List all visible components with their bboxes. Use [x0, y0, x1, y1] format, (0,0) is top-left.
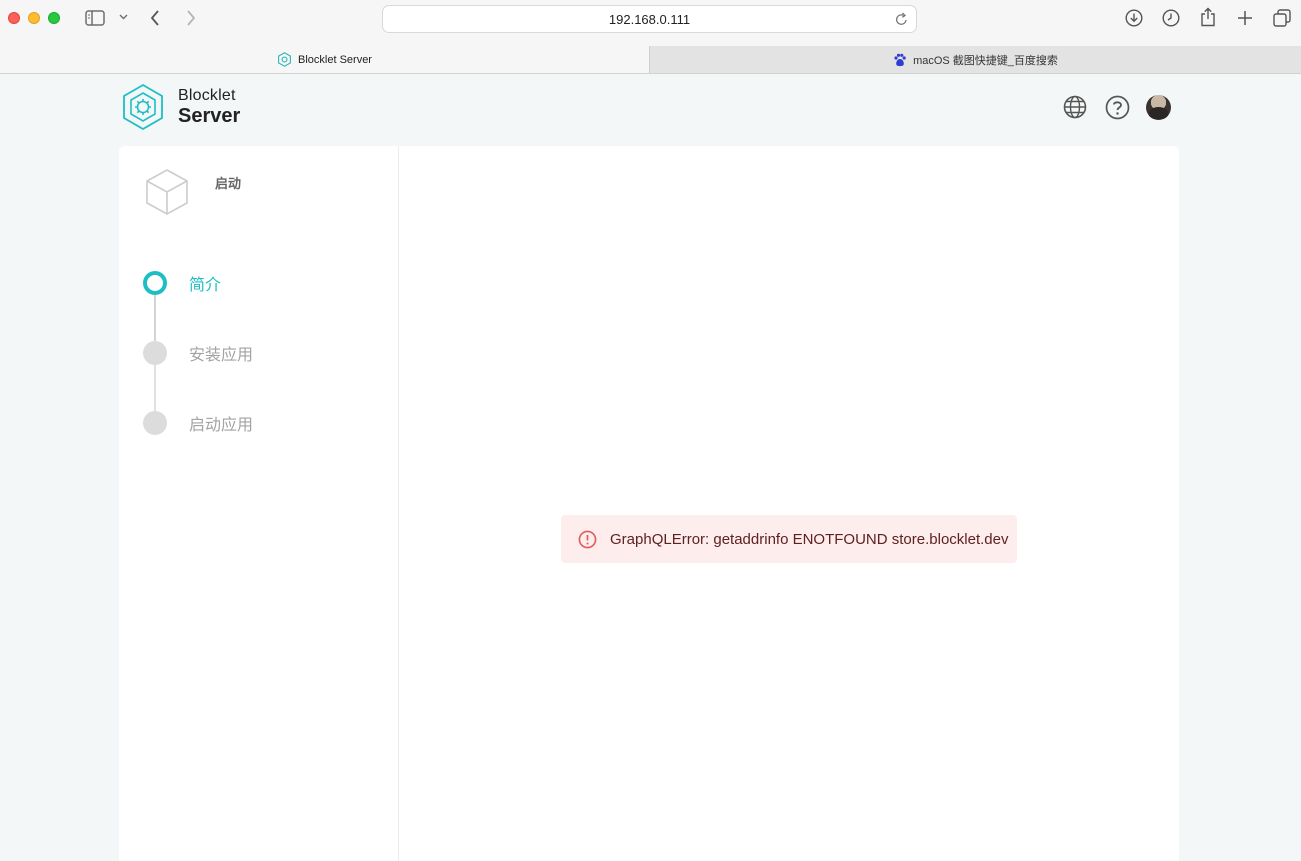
tab-blocklet-server[interactable]: Blocklet Server	[0, 46, 649, 73]
tab-bar: Blocklet Server macOS 截图快捷键_百度搜索	[0, 46, 1301, 74]
blocklet-logo-icon	[123, 83, 163, 131]
setup-sidebar: 启动 简介 安装应用 启动应用	[119, 146, 399, 861]
logo-line-1: Blocklet	[178, 87, 236, 104]
chevron-down-icon[interactable]	[119, 14, 128, 20]
step-indicator	[143, 411, 167, 435]
step-launch-app[interactable]: 启动应用	[143, 411, 253, 435]
error-outline-icon	[578, 530, 597, 549]
cube-icon	[145, 168, 189, 221]
step-connector	[154, 365, 156, 411]
step-label: 简介	[189, 277, 222, 294]
share-icon[interactable]	[1200, 7, 1216, 27]
minimize-window-button[interactable]	[28, 12, 40, 24]
wizard-title: 启动	[215, 176, 242, 191]
url-text: 192.168.0.111	[608, 11, 691, 27]
step-intro[interactable]: 简介	[143, 271, 221, 295]
tab-overview-icon[interactable]	[1273, 9, 1291, 27]
blocklet-server-logo[interactable]: Blocklet Server	[118, 82, 240, 132]
address-bar[interactable]: 192.168.0.111	[382, 5, 917, 33]
forward-icon[interactable]	[186, 10, 196, 26]
baidu-paw-icon	[893, 53, 907, 67]
history-icon[interactable]	[1162, 9, 1180, 27]
step-label: 启动应用	[189, 417, 254, 434]
tab-title: Blocklet Server	[298, 53, 372, 66]
back-icon[interactable]	[150, 10, 160, 26]
help-icon[interactable]	[1104, 94, 1130, 120]
downloads-icon[interactable]	[1125, 9, 1143, 27]
error-message: GraphQLError: getaddrinfo ENOTFOUND stor…	[610, 530, 1009, 548]
blocklet-favicon-icon	[277, 52, 292, 67]
tab-baidu-search[interactable]: macOS 截图快捷键_百度搜索	[649, 46, 1301, 73]
step-indicator-active	[143, 271, 167, 295]
tab-title: macOS 截图快捷键_百度搜索	[913, 54, 1058, 67]
logo-line-2: Server	[178, 105, 241, 127]
globe-icon[interactable]	[1062, 94, 1088, 120]
close-window-button[interactable]	[8, 12, 20, 24]
setup-card: 启动 简介 安装应用 启动应用 GraphQLError: getaddrinf…	[119, 146, 1179, 861]
step-indicator	[143, 341, 167, 365]
step-connector	[154, 295, 156, 341]
error-alert: GraphQLError: getaddrinfo ENOTFOUND stor…	[561, 515, 1017, 563]
page: Blocklet Server 启动 简介 安装应用 启动应用 GraphQLE…	[0, 74, 1301, 861]
step-install-app[interactable]: 安装应用	[143, 341, 253, 365]
new-tab-icon[interactable]	[1237, 10, 1253, 26]
sidebar-toggle-icon[interactable]	[85, 10, 105, 26]
zoom-window-button[interactable]	[48, 12, 60, 24]
reload-icon[interactable]	[895, 12, 908, 29]
step-label: 安装应用	[189, 347, 254, 364]
user-avatar[interactable]	[1146, 95, 1171, 120]
browser-toolbar: 192.168.0.111	[0, 0, 1301, 46]
